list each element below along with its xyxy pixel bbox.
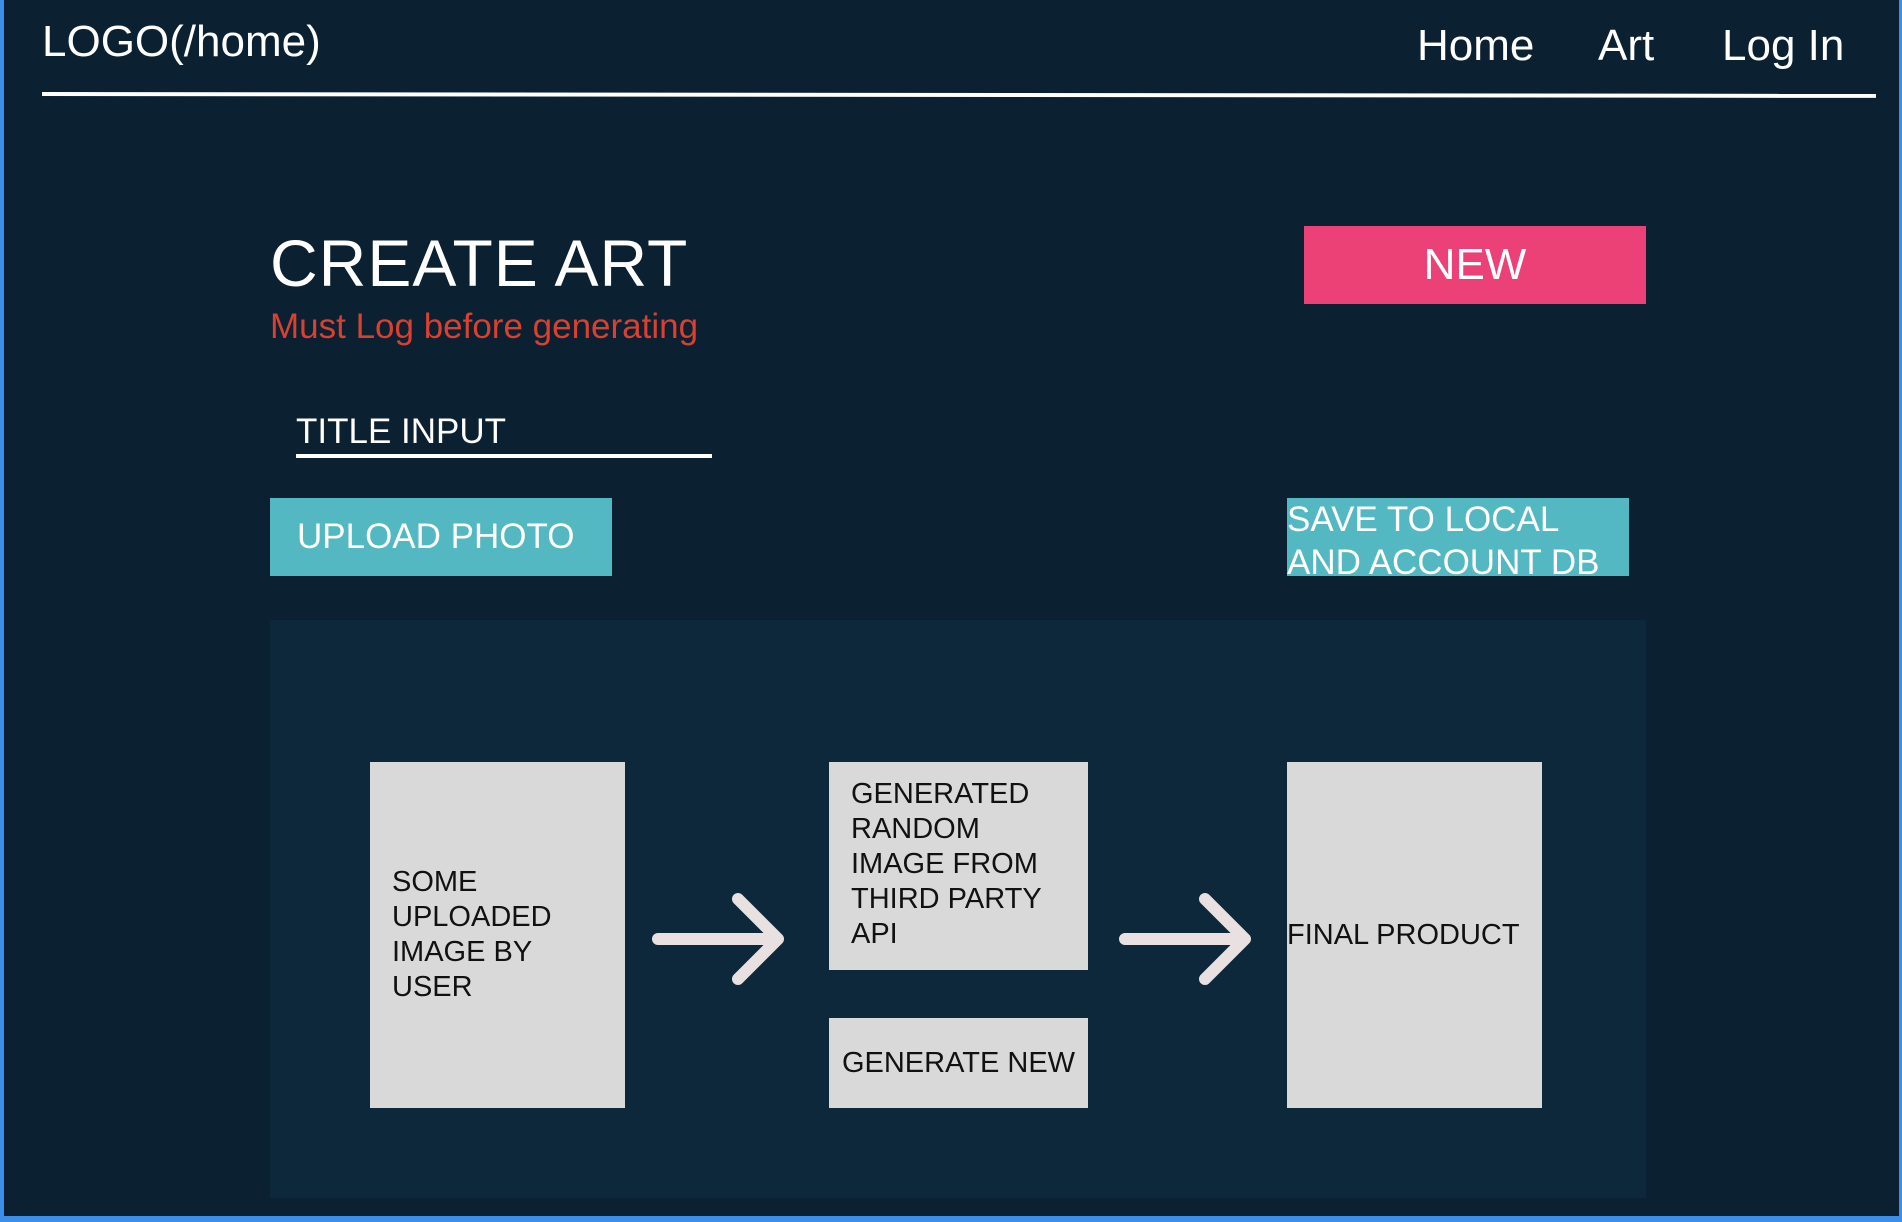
nav-login-link[interactable]: Log In (1722, 18, 1844, 74)
uploaded-label-line-4: USER (392, 971, 473, 1003)
arrow-right-icon (1119, 893, 1251, 985)
logo-home-link[interactable]: LOGO(/home) (42, 14, 321, 70)
generated-label-line-1: GENERATED (851, 778, 1030, 810)
art-workspace-panel: SOME UPLOADED IMAGE BY USER GENERATED RA… (270, 620, 1646, 1198)
nav-art-link[interactable]: Art (1598, 18, 1654, 74)
uploaded-label-line-3: IMAGE BY (392, 936, 533, 968)
header-divider (41, 92, 1877, 98)
generate-new-button[interactable]: GENERATE NEW (829, 1018, 1088, 1108)
generated-label-line-2: RANDOM (851, 813, 980, 845)
title-input[interactable] (296, 410, 712, 458)
save-to-db-button[interactable]: SAVE TO LOCAL AND ACCOUNT DB (1287, 498, 1629, 582)
arrow-right-icon (652, 893, 784, 985)
new-button[interactable]: NEW (1304, 226, 1646, 304)
final-product-label: FINAL PRODUCT (1287, 918, 1520, 951)
upload-photo-button[interactable]: UPLOAD PHOTO (270, 498, 612, 576)
generated-label-line-3: IMAGE FROM (851, 848, 1038, 880)
page-title: CREATE ART (270, 226, 689, 300)
generated-label-line-4: THIRD PARTY (851, 883, 1042, 915)
final-product-placeholder: FINAL PRODUCT (1287, 762, 1542, 1108)
uploaded-label-line-1: SOME (392, 866, 478, 898)
generated-label-line-5: API (851, 918, 898, 950)
login-warning: Must Log before generating (270, 307, 699, 346)
save-button-label-line-2: AND ACCOUNT DB (1287, 543, 1600, 582)
save-button-label-line-1: SAVE TO LOCAL (1287, 500, 1560, 539)
nav-home-link[interactable]: Home (1417, 18, 1534, 74)
app-frame: LOGO(/home) Home Art Log In CREATE ART M… (0, 0, 1902, 1222)
generated-image-placeholder: GENERATED RANDOM IMAGE FROM THIRD PARTY … (829, 762, 1088, 970)
uploaded-image-placeholder: SOME UPLOADED IMAGE BY USER (370, 762, 625, 1108)
uploaded-label-line-2: UPLOADED (392, 901, 552, 933)
